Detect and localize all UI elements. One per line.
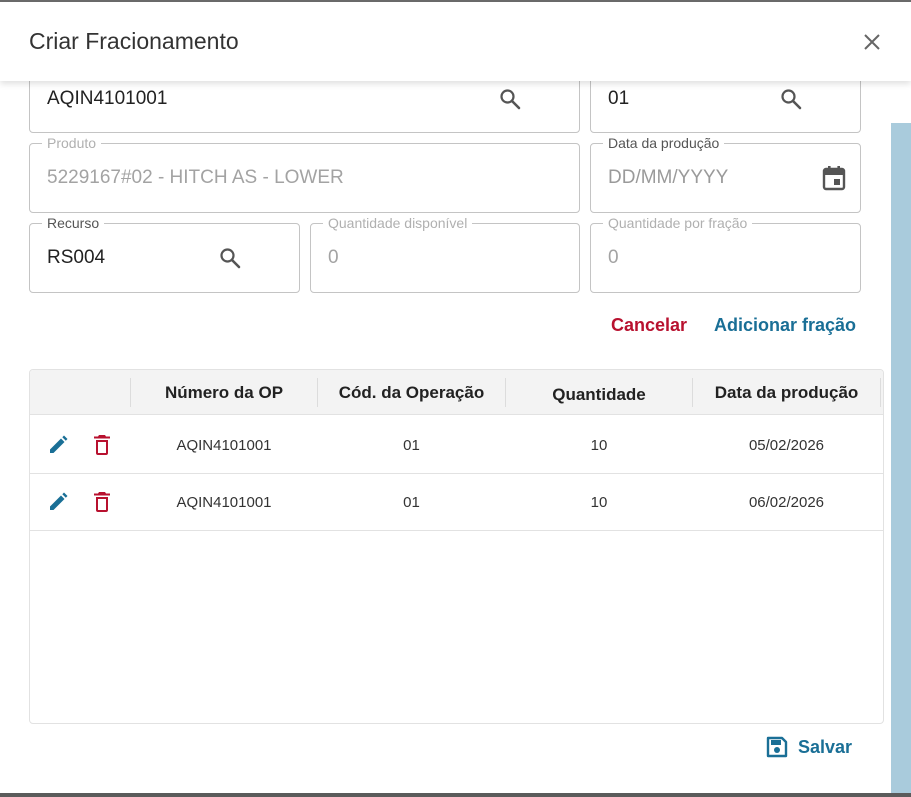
qtd-fracao-value[interactable]: 0 <box>608 247 619 269</box>
delete-icon <box>94 492 110 512</box>
qtd-disponivel-label: Quantidade disponível <box>323 215 473 231</box>
header-quantity: Quantidade <box>552 384 646 404</box>
data-producao-label: Data da produção <box>603 135 725 151</box>
qtd-fracao-field[interactable]: Quantidade por fração 0 <box>590 215 861 293</box>
qtd-disponivel-value: 0 <box>328 247 339 268</box>
recurso-field[interactable]: Recurso RS004 <box>29 215 300 293</box>
table-row: AQIN4101001 01 10 05/02/2026 <box>30 416 883 474</box>
close-icon <box>864 34 880 50</box>
recurso-value[interactable]: RS004 <box>47 247 105 269</box>
save-button-label: Salvar <box>798 736 853 757</box>
data-producao-input[interactable]: DD/MM/YYYY <box>608 167 728 189</box>
search-icon <box>500 89 521 110</box>
operation-value[interactable]: 01 <box>608 88 629 110</box>
close-button[interactable] <box>858 28 886 56</box>
calendar-button[interactable] <box>820 164 848 192</box>
save-icon <box>766 736 788 758</box>
delete-row-button[interactable] <box>90 490 114 514</box>
recurso-label: Recurso <box>42 215 105 231</box>
search-icon <box>781 89 802 110</box>
data-producao-field[interactable]: Data da produção DD/MM/YYYY <box>590 135 861 213</box>
table-header: Número da OP Cód. da Operação Quantidade… <box>30 370 883 415</box>
operation-search-button[interactable] <box>777 85 805 113</box>
produto-value: 5229167#02 - HITCH AS - LOWER <box>47 167 344 188</box>
save-button[interactable]: Salvar <box>766 734 852 760</box>
qtd-fracao-label: Quantidade por fração <box>603 215 753 231</box>
qtd-disponivel-field: Quantidade disponível 0 <box>310 215 580 293</box>
dialog-header: Criar Fracionamento <box>0 2 911 81</box>
delete-icon <box>94 435 110 455</box>
cell-quantity: 10 <box>590 493 608 511</box>
cell-op-number: AQIN4101001 <box>176 493 272 511</box>
dialog-title: Criar Fracionamento <box>29 28 239 54</box>
delete-row-button[interactable] <box>90 433 114 457</box>
produto-field: Produto 5229167#02 - HITCH AS - LOWER <box>29 135 580 213</box>
cell-op-number: AQIN4101001 <box>176 436 272 454</box>
header-divider <box>880 378 881 407</box>
edit-row-button[interactable] <box>46 433 70 457</box>
window-bottom-border <box>0 793 911 797</box>
edit-icon <box>50 492 68 510</box>
cell-production-date: 06/02/2026 <box>748 493 825 511</box>
cell-operation-code: 01 <box>403 493 420 511</box>
cell-quantity: 10 <box>590 436 608 454</box>
search-icon <box>220 248 241 269</box>
op-number-value[interactable]: AQIN4101001 <box>47 88 167 110</box>
cell-production-date: 05/02/2026 <box>748 436 825 454</box>
edit-icon <box>50 435 68 453</box>
scrollbar-thumb[interactable] <box>891 123 911 793</box>
recurso-search-button[interactable] <box>216 244 244 272</box>
header-op-number: Número da OP <box>164 382 284 402</box>
calendar-icon <box>822 166 846 191</box>
table-row: AQIN4101001 01 10 06/02/2026 <box>30 473 883 531</box>
add-fraction-button[interactable]: Adicionar fração <box>714 315 856 336</box>
cancel-button[interactable]: Cancelar <box>611 315 687 336</box>
cell-operation-code: 01 <box>403 436 420 454</box>
header-production-date: Data da produção <box>714 382 859 402</box>
edit-row-button[interactable] <box>46 490 70 514</box>
header-operation-code: Cód. da Operação <box>338 382 485 402</box>
op-search-button[interactable] <box>496 85 524 113</box>
produto-label: Produto <box>42 135 102 151</box>
fractions-table: Número da OP Cód. da Operação Quantidade… <box>29 369 884 724</box>
